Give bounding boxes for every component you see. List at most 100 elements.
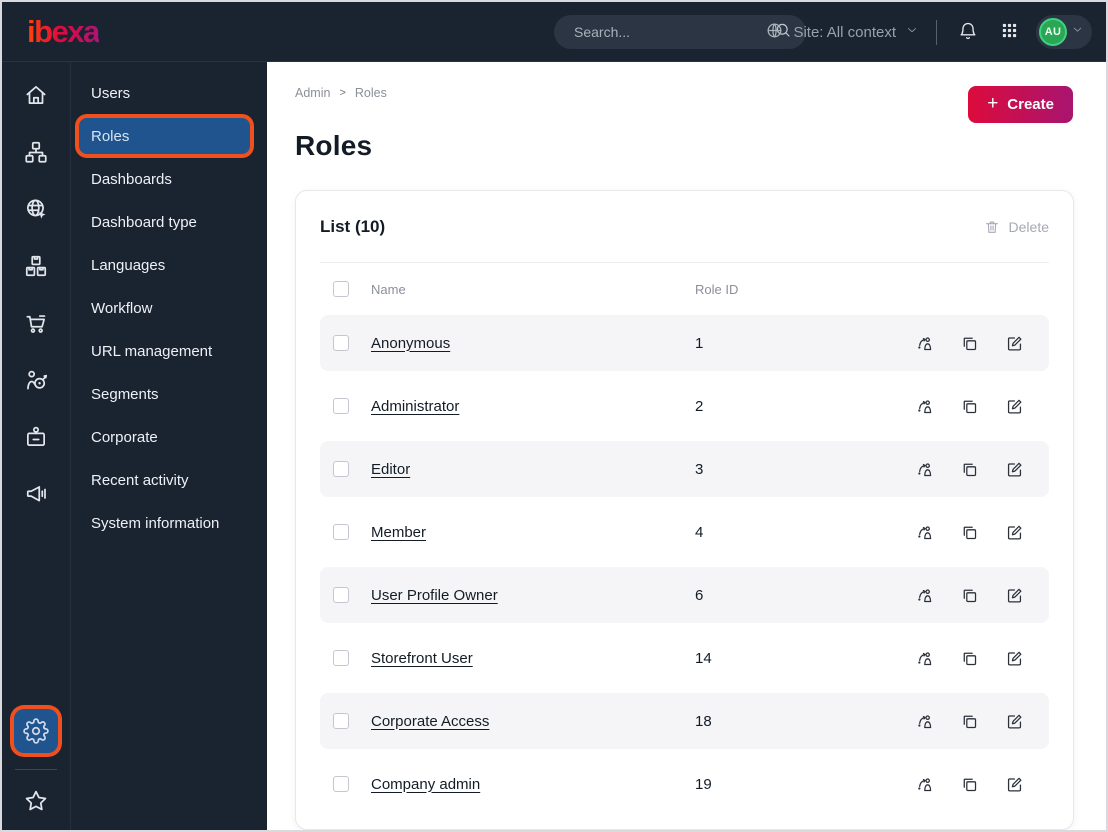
ibexa-logo[interactable]: ibexa (27, 14, 100, 50)
user-menu[interactable]: AU (1036, 15, 1092, 49)
row-checkbox[interactable] (333, 398, 349, 414)
edit-role-button[interactable] (1004, 648, 1024, 668)
assign-role-button[interactable] (914, 459, 934, 479)
role-name-link[interactable]: Member (371, 524, 695, 541)
menu-item-segments[interactable]: Segments (79, 376, 257, 412)
delete-button[interactable]: Delete (984, 219, 1049, 235)
apps-grid-button[interactable] (995, 18, 1023, 46)
assign-role-button[interactable] (914, 585, 934, 605)
edit-icon (1007, 777, 1021, 791)
assign-role-button[interactable] (914, 522, 934, 542)
row-checkbox[interactable] (333, 713, 349, 729)
row-checkbox[interactable] (333, 524, 349, 540)
menu-item-workflow[interactable]: Workflow (79, 290, 257, 326)
copy-role-button[interactable] (959, 774, 979, 794)
nav-corporate-button[interactable] (2, 408, 70, 465)
copy-role-button[interactable] (959, 396, 979, 416)
menu-item-languages[interactable]: Languages (79, 247, 257, 283)
star-icon (25, 790, 47, 811)
edit-icon (1007, 462, 1021, 476)
menu-item-roles[interactable]: Roles (79, 118, 250, 154)
copy-role-button[interactable] (959, 648, 979, 668)
role-name-link[interactable]: Storefront User (371, 650, 695, 667)
nav-commerce-button[interactable] (2, 294, 70, 351)
home-icon (26, 85, 46, 104)
edit-role-button[interactable] (1004, 459, 1024, 479)
menu-item-dashboards[interactable]: Dashboards (79, 161, 257, 197)
copy-role-button[interactable] (959, 333, 979, 353)
edit-role-button[interactable] (1004, 711, 1024, 731)
role-id: 6 (695, 586, 704, 604)
nav-activity-button[interactable] (2, 465, 70, 522)
column-name: Name (371, 281, 406, 297)
assign-role-button[interactable] (914, 711, 934, 731)
menu-item-system-information[interactable]: System information (79, 505, 257, 541)
create-button[interactable]: + Create (968, 86, 1073, 123)
role-id: 19 (695, 775, 712, 793)
edit-role-button[interactable] (1004, 333, 1024, 353)
table-row: Member 4 (320, 504, 1049, 560)
menu-item-recent-activity[interactable]: Recent activity (79, 462, 257, 498)
plus-icon: + (987, 93, 999, 114)
role-name-link[interactable]: User Profile Owner (371, 587, 695, 604)
nav-content-tree-button[interactable] (2, 123, 70, 180)
copy-role-button[interactable] (959, 522, 979, 542)
top-bar: ibexa Site: All context (2, 2, 1106, 62)
site-context-selector[interactable]: Site: All context (765, 21, 919, 44)
nav-admin-settings-button[interactable] (14, 709, 58, 753)
row-actions (914, 774, 1024, 794)
edit-icon (1007, 651, 1021, 665)
edit-icon (1007, 525, 1021, 539)
table-row: Anonymous 1 (320, 315, 1049, 371)
list-card-header: List (10) Delete (320, 191, 1049, 263)
copy-icon (963, 778, 976, 791)
menu-item-dashboard-type[interactable]: Dashboard type (79, 204, 257, 240)
row-checkbox[interactable] (333, 776, 349, 792)
role-name-link[interactable]: Editor (371, 461, 695, 478)
row-actions (914, 711, 1024, 731)
nav-home-button[interactable] (2, 66, 70, 123)
menu-item-users[interactable]: Users (79, 75, 257, 111)
role-name-link[interactable]: Administrator (371, 398, 695, 415)
row-checkbox[interactable] (333, 335, 349, 351)
edit-role-button[interactable] (1004, 585, 1024, 605)
nav-personalization-button[interactable] (2, 351, 70, 408)
row-checkbox[interactable] (333, 587, 349, 603)
assign-role-button[interactable] (914, 333, 934, 353)
nav-site-button[interactable] (2, 180, 70, 237)
roles-list-card: List (10) Delete Name Role ID Anonymous … (295, 190, 1074, 830)
role-name-link[interactable]: Anonymous (371, 335, 695, 352)
role-name-link[interactable]: Corporate Access (371, 713, 695, 730)
table-row: User Profile Owner 6 (320, 567, 1049, 623)
edit-role-button[interactable] (1004, 396, 1024, 416)
menu-item-url-management[interactable]: URL management (79, 333, 257, 369)
assign-user-icon (917, 462, 931, 476)
assign-role-button[interactable] (914, 396, 934, 416)
notifications-button[interactable] (954, 18, 982, 46)
copy-icon (963, 652, 976, 665)
copy-role-button[interactable] (959, 459, 979, 479)
table-row: Company admin 19 (320, 756, 1049, 812)
role-name-link[interactable]: Company admin (371, 776, 695, 793)
edit-role-button[interactable] (1004, 774, 1024, 794)
copy-icon (963, 463, 976, 476)
column-role-id: Role ID (695, 281, 739, 297)
nav-products-button[interactable] (2, 237, 70, 294)
copy-role-button[interactable] (959, 711, 979, 731)
copy-role-button[interactable] (959, 585, 979, 605)
menu-item-corporate[interactable]: Corporate (79, 419, 257, 455)
assign-role-button[interactable] (914, 648, 934, 668)
assign-user-icon (917, 336, 931, 350)
nav-bookmarks-button[interactable] (2, 778, 70, 824)
row-checkbox[interactable] (333, 650, 349, 666)
copy-icon (963, 715, 976, 728)
assign-role-button[interactable] (914, 774, 934, 794)
select-all-checkbox[interactable] (333, 281, 349, 297)
row-checkbox[interactable] (333, 461, 349, 477)
breadcrumb-separator: > (339, 87, 346, 99)
table-row: Corporate Access 18 (320, 693, 1049, 749)
main-content: Admin > Roles + Create Roles List (10) D… (267, 62, 1106, 830)
edit-role-button[interactable] (1004, 522, 1024, 542)
search-input[interactable] (574, 24, 774, 40)
breadcrumb-admin[interactable]: Admin (295, 86, 330, 100)
